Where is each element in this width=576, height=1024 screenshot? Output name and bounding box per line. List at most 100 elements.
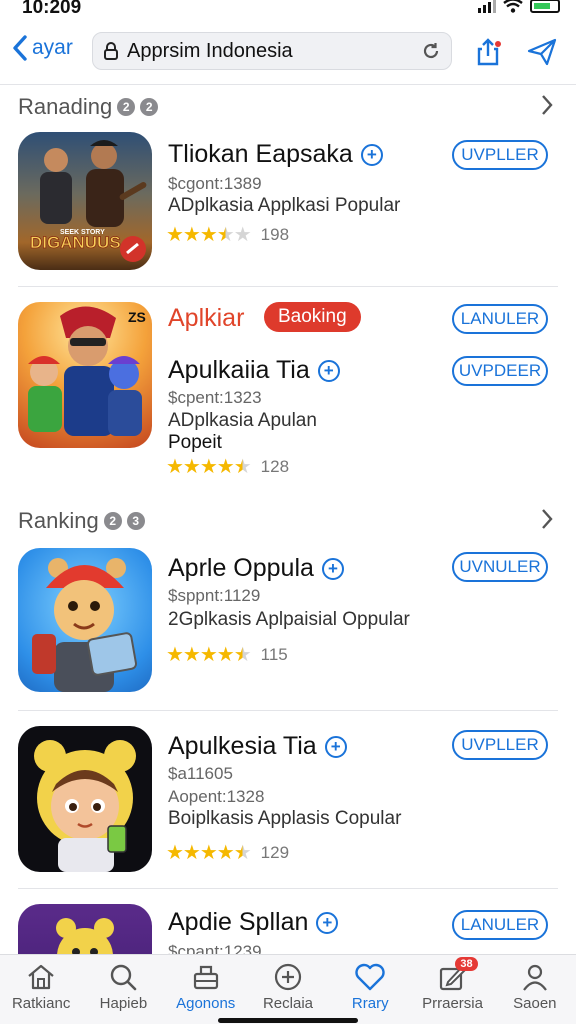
section-count: 2: [103, 512, 122, 530]
home-indicator: [218, 1018, 358, 1023]
app-meta: $sppnt:1129: [168, 586, 261, 605]
tab-prraersia[interactable]: 38 Prraersia: [411, 955, 493, 1024]
wifi-icon: [503, 0, 523, 13]
row-divider: [18, 710, 558, 711]
update-button[interactable]: UVPLLER: [452, 730, 548, 760]
share-icon: [477, 38, 501, 66]
section-count: 2: [140, 98, 159, 116]
share-button[interactable]: [472, 36, 504, 68]
svg-text:ZS: ZS: [128, 309, 146, 325]
update-button[interactable]: UVPDEER: [452, 356, 548, 386]
app-row[interactable]: Aprle Oppula + $sppnt:1129 2Gplkasis Aplp…: [0, 548, 576, 698]
store-icon: [193, 965, 218, 990]
home-icon: [28, 964, 54, 990]
app-description: ADplkasia Applkasi Popular: [168, 195, 401, 216]
cellular-signal-icon: [478, 0, 496, 13]
status-bar: 10:209: [0, 0, 576, 22]
app-description: Popeit: [168, 432, 222, 453]
tab-bar: Ratkianc Hapieb Agonons Reclaia Rrary 38…: [0, 954, 576, 1024]
section-header-ranading[interactable]: Ranading 2 2: [18, 92, 558, 122]
row-divider: [18, 286, 558, 287]
app-rating: ★★★★★ 198: [166, 222, 289, 247]
search-input[interactable]: [127, 39, 421, 63]
app-description: Boiplkasis Applasis Copular: [168, 808, 402, 829]
booking-badge: Baoking: [264, 302, 361, 332]
app-meta: $cpant:1239: [168, 942, 262, 954]
nav-divider: [0, 84, 576, 85]
tab-reclaia[interactable]: Reclaia: [247, 955, 329, 1024]
game-art-image: DIGANUUS SEEK STORY: [30, 140, 147, 262]
game-art-image: [32, 558, 137, 692]
tab-label: Saoen: [513, 995, 557, 1012]
row-divider: [18, 888, 558, 889]
star-rating-icon: ★★★★★: [166, 224, 252, 246]
app-rating: ★★★★★ 128: [166, 454, 289, 479]
tab-label: Prraersia: [422, 995, 483, 1012]
app-row[interactable]: DIGANUUS SEEK STORY Tliokan Eapsaka + $cg…: [0, 132, 576, 282]
tab-label: Ratkianc: [11, 995, 71, 1012]
launch-button[interactable]: LANULER: [452, 910, 548, 940]
tab-profile[interactable]: Saoen: [494, 955, 576, 1024]
search-bar[interactable]: [92, 32, 452, 70]
add-circle-icon[interactable]: +: [360, 143, 383, 166]
back-label: ayar: [32, 36, 73, 59]
app-icon[interactable]: ZS: [18, 302, 152, 448]
app-rating: ★★★★★ 115: [166, 642, 288, 667]
app-icon[interactable]: DIGANUUS SEEK STORY: [18, 132, 152, 270]
app-icon[interactable]: [18, 726, 152, 872]
app-description: 2Gplkasis Aplpaisial Oppular: [168, 609, 410, 630]
search-icon: [111, 964, 137, 991]
update-button[interactable]: UVPLLER: [452, 140, 548, 170]
rating-count: 129: [260, 842, 290, 862]
tab-home[interactable]: Ratkianc: [0, 955, 82, 1024]
navigation-bar: ayar: [0, 28, 576, 78]
star-rating-icon: ★★★★★: [166, 456, 252, 478]
tab-label: Rrary: [351, 995, 389, 1012]
app-meta: $cpent:1323: [168, 388, 262, 407]
status-icons: [478, 0, 560, 13]
game-art-image: [56, 918, 114, 954]
app-name[interactable]: Tliokan Eapsaka +: [168, 140, 383, 169]
chevron-right-icon[interactable]: [540, 508, 554, 530]
launch-button[interactable]: LANULER: [452, 304, 548, 334]
tab-label: Reclaia: [262, 995, 313, 1012]
paper-plane-icon: [527, 38, 557, 66]
rating-count: 128: [260, 456, 290, 476]
svg-text:SEEK STORY: SEEK STORY: [60, 229, 105, 236]
tab-apps[interactable]: Agonons: [165, 955, 247, 1024]
app-name[interactable]: Aprle Oppula +: [168, 554, 344, 583]
person-icon: [522, 964, 547, 991]
chevron-right-icon[interactable]: [540, 94, 554, 116]
app-name[interactable]: Apdie Spllan +: [168, 908, 339, 937]
add-circle-icon[interactable]: +: [324, 735, 347, 758]
send-button[interactable]: [526, 36, 558, 68]
app-row[interactable]: Apulkesia Tia + $a11605 Aopent:1328 Boipl…: [0, 726, 576, 876]
add-circle-icon[interactable]: +: [317, 359, 340, 382]
section-title: Ranading: [18, 94, 113, 119]
lock-icon: [104, 42, 118, 60]
app-name[interactable]: Apulkaiia Tia +: [168, 356, 340, 385]
add-circle-icon[interactable]: +: [316, 911, 339, 934]
section-header-ranking[interactable]: Ranking 2 3: [18, 506, 558, 536]
update-button[interactable]: UVNULER: [452, 552, 548, 582]
app-icon[interactable]: [18, 904, 152, 954]
reload-icon[interactable]: [421, 41, 441, 61]
app-icon[interactable]: [18, 548, 152, 692]
app-meta: $cgont:1389: [168, 174, 262, 193]
game-art-image: ZS: [28, 306, 146, 436]
app-row[interactable]: Apdie Spllan + $cpant:1239 LANULER: [0, 904, 576, 954]
app-name[interactable]: Apulkesia Tia +: [168, 732, 347, 761]
tab-library[interactable]: Rrary: [329, 955, 411, 1024]
chevron-left-icon: [13, 35, 27, 61]
app-row[interactable]: ZS Aplkiar Baoking LANULER Apulkaiia Tia…: [0, 300, 576, 480]
section-count: 3: [126, 512, 145, 530]
add-circle-icon[interactable]: +: [321, 557, 344, 580]
section-accent-title: Aplkiar: [168, 304, 245, 332]
plus-icon: [274, 963, 302, 991]
back-button[interactable]: ayar: [12, 35, 73, 61]
rating-count: 198: [260, 224, 290, 244]
app-meta: $a11605: [168, 764, 233, 783]
app-meta: Aopent:1328: [168, 787, 265, 806]
tab-search[interactable]: Hapieb: [82, 955, 164, 1024]
notification-badge: 38: [455, 957, 478, 971]
